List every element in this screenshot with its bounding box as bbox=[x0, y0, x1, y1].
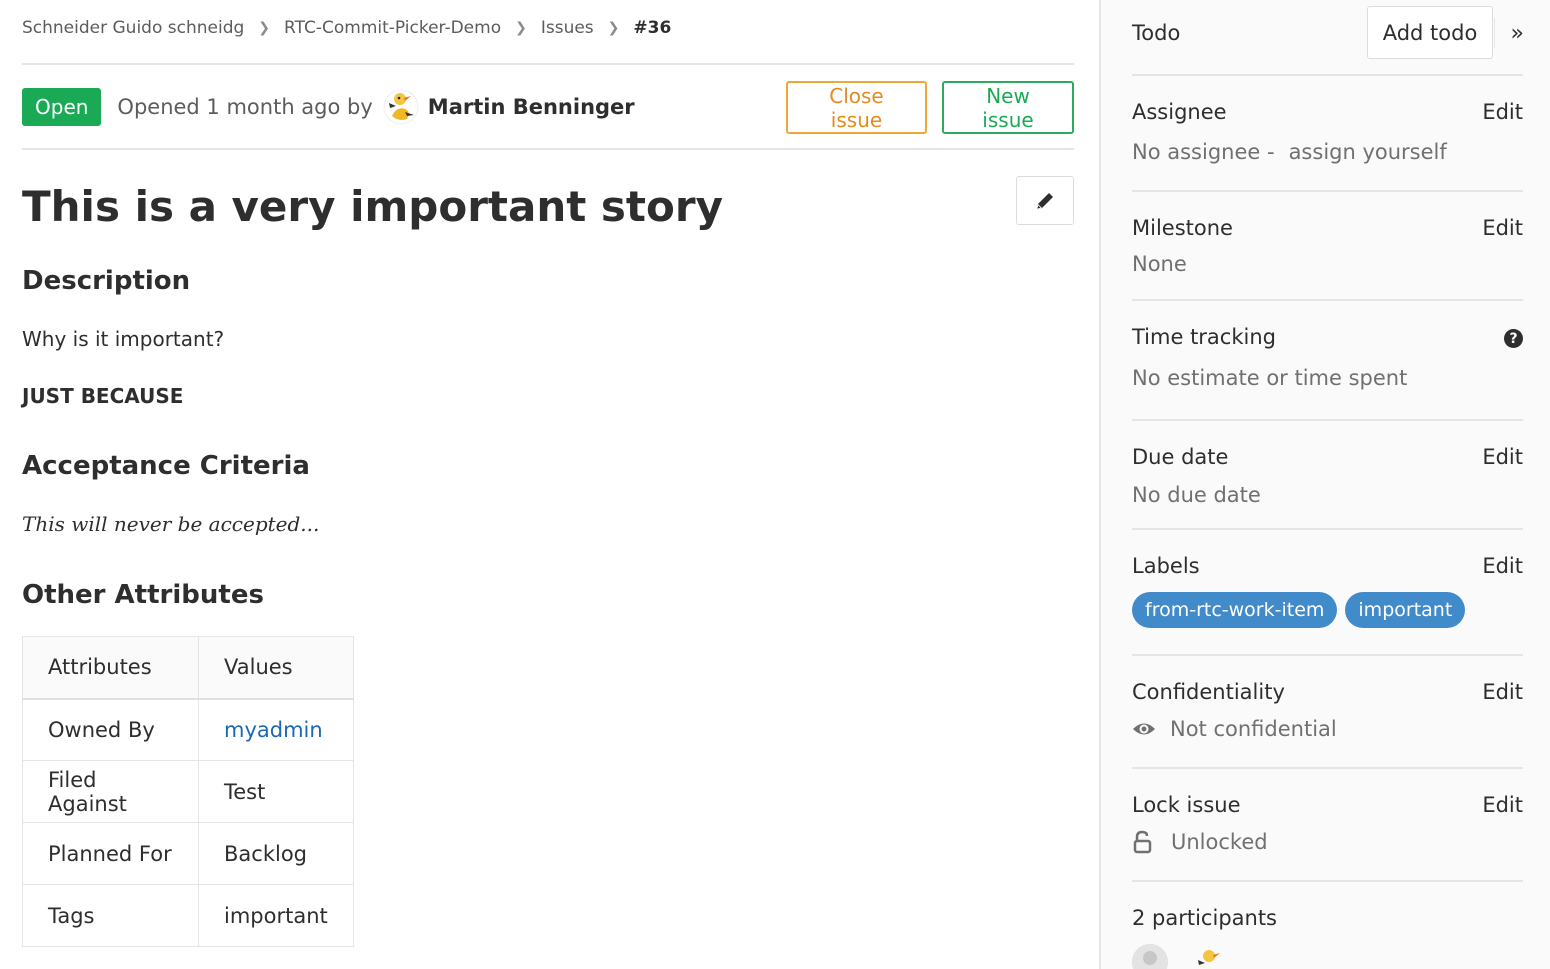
table-row: Tags important bbox=[22, 884, 354, 947]
close-issue-button[interactable]: Close issue bbox=[786, 81, 927, 134]
time-tracking-block: Time tracking ? No estimate or time spen… bbox=[1132, 301, 1523, 421]
author-avatar[interactable] bbox=[382, 88, 419, 125]
milestone-block: Milestone Edit None bbox=[1132, 192, 1523, 301]
attribute-value: myadmin bbox=[198, 698, 354, 761]
title-row: This is a very important story bbox=[22, 150, 1074, 265]
time-tracking-value: No estimate or time spent bbox=[1132, 366, 1408, 390]
eye-icon bbox=[1133, 723, 1155, 735]
pencil-icon bbox=[1037, 192, 1053, 209]
assignee-edit-link[interactable]: Edit bbox=[1482, 100, 1523, 124]
status-badge: Open bbox=[22, 87, 102, 126]
issue-main: Schneider Guido schneidg ❯ RTC-Commit-Pi… bbox=[22, 0, 1074, 947]
lock-text: Unlocked bbox=[1171, 830, 1268, 854]
question-circle-icon[interactable]: ? bbox=[1504, 329, 1523, 348]
confidentiality-value: Not confidential bbox=[1132, 717, 1337, 741]
labels-list: from-rtc-work-item important bbox=[1132, 592, 1473, 628]
assignee-block: Assignee Edit No assignee - assign yours… bbox=[1132, 76, 1523, 192]
issue-meta: Opened 1 month ago by Martin Benninger bbox=[117, 88, 635, 125]
due-date-edit-link[interactable]: Edit bbox=[1482, 445, 1523, 469]
milestone-title: Milestone bbox=[1132, 216, 1233, 240]
milestone-value: None bbox=[1132, 252, 1187, 276]
acceptance-text: This will never be accepted... bbox=[22, 512, 320, 536]
due-date-block: Due date Edit No due date bbox=[1132, 421, 1523, 530]
lock-title: Lock issue bbox=[1132, 793, 1241, 817]
attribute-name: Owned By bbox=[22, 698, 199, 761]
owner-link[interactable]: myadmin bbox=[224, 718, 323, 742]
table-row: Filed Against Test bbox=[22, 760, 354, 823]
edit-title-button[interactable] bbox=[1016, 176, 1074, 225]
description-heading: Description bbox=[22, 266, 191, 296]
page-title: This is a very important story bbox=[22, 182, 723, 231]
todo-block: Todo Add todo » bbox=[1132, 0, 1524, 76]
breadcrumb-owner[interactable]: Schneider Guido schneidg bbox=[22, 18, 244, 38]
attributes-table: Attributes Values Owned By myadmin Filed… bbox=[22, 636, 354, 947]
todo-title: Todo bbox=[1132, 21, 1181, 45]
chevron-right-icon: ❯ bbox=[607, 19, 620, 36]
description-answer: JUST BECAUSE bbox=[22, 384, 184, 408]
time-tracking-title: Time tracking bbox=[1132, 325, 1276, 349]
milestone-edit-link[interactable]: Edit bbox=[1482, 216, 1523, 240]
label-pill[interactable]: important bbox=[1345, 592, 1466, 628]
participant-avatar[interactable] bbox=[1192, 944, 1228, 969]
breadcrumb-current[interactable]: #36 bbox=[633, 18, 671, 38]
chevron-right-icon: ❯ bbox=[258, 19, 271, 36]
due-date-value: No due date bbox=[1132, 483, 1261, 507]
lock-block: Lock issue Edit Unlocked bbox=[1132, 769, 1523, 882]
issue-sidebar: Todo Add todo » Assignee Edit No assigne… bbox=[1099, 0, 1550, 969]
table-row: Planned For Backlog bbox=[22, 822, 354, 885]
table-row: Owned By myadmin bbox=[22, 698, 354, 761]
label-pill[interactable]: from-rtc-work-item bbox=[1132, 592, 1338, 628]
labels-edit-link[interactable]: Edit bbox=[1482, 554, 1523, 578]
confidentiality-text: Not confidential bbox=[1170, 717, 1337, 741]
table-header-row: Attributes Values bbox=[22, 636, 354, 700]
lock-value: Unlocked bbox=[1132, 830, 1268, 854]
acceptance-heading: Acceptance Criteria bbox=[22, 451, 310, 481]
due-date-title: Due date bbox=[1132, 445, 1229, 469]
column-header-values: Values bbox=[198, 636, 354, 700]
duck-avatar-icon bbox=[1193, 945, 1227, 969]
breadcrumb: Schneider Guido schneidg ❯ RTC-Commit-Pi… bbox=[22, 0, 1074, 65]
participant-avatar[interactable] bbox=[1132, 944, 1168, 969]
duck-avatar-icon bbox=[383, 89, 419, 124]
opened-text: Opened 1 month ago by bbox=[117, 94, 373, 119]
attribute-name: Tags bbox=[22, 884, 199, 947]
attribute-value: important bbox=[198, 884, 354, 947]
labels-title: Labels bbox=[1132, 554, 1200, 578]
add-todo-button[interactable]: Add todo bbox=[1367, 6, 1493, 59]
default-avatar-icon bbox=[1132, 944, 1168, 969]
attribute-name: Planned For bbox=[22, 822, 199, 885]
unlock-icon bbox=[1133, 830, 1152, 854]
labels-block: Labels Edit from-rtc-work-item important bbox=[1132, 530, 1523, 656]
chevron-right-icon: ❯ bbox=[515, 19, 527, 36]
confidentiality-title: Confidentiality bbox=[1132, 680, 1285, 704]
assignee-value: No assignee - assign yourself bbox=[1132, 140, 1447, 164]
assign-yourself-link[interactable]: assign yourself bbox=[1289, 140, 1447, 164]
issue-header: Open Opened 1 month ago by Martin Bennin… bbox=[22, 65, 1074, 150]
confidentiality-edit-link[interactable]: Edit bbox=[1482, 680, 1523, 704]
attribute-name: Filed Against bbox=[22, 760, 199, 823]
column-header-attributes: Attributes bbox=[22, 636, 199, 700]
description-question: Why is it important? bbox=[22, 327, 225, 351]
no-assignee-text: No assignee - bbox=[1132, 140, 1275, 164]
attribute-value: Backlog bbox=[198, 822, 354, 885]
author-name[interactable]: Martin Benninger bbox=[428, 95, 635, 119]
participants-title: 2 participants bbox=[1132, 906, 1278, 930]
confidentiality-block: Confidentiality Edit Not confidential bbox=[1132, 656, 1523, 769]
participants-block: 2 participants bbox=[1132, 882, 1523, 969]
double-chevron-right-icon[interactable]: » bbox=[1494, 18, 1524, 48]
lock-edit-link[interactable]: Edit bbox=[1482, 793, 1523, 817]
assignee-title: Assignee bbox=[1132, 100, 1227, 124]
breadcrumb-project[interactable]: RTC-Commit-Picker-Demo bbox=[284, 18, 501, 38]
other-attributes-heading: Other Attributes bbox=[22, 580, 264, 610]
new-issue-button[interactable]: New issue bbox=[942, 81, 1074, 134]
header-actions: Close issue New issue bbox=[786, 81, 1074, 134]
attribute-value: Test bbox=[198, 760, 354, 823]
breadcrumb-issues[interactable]: Issues bbox=[541, 18, 594, 38]
